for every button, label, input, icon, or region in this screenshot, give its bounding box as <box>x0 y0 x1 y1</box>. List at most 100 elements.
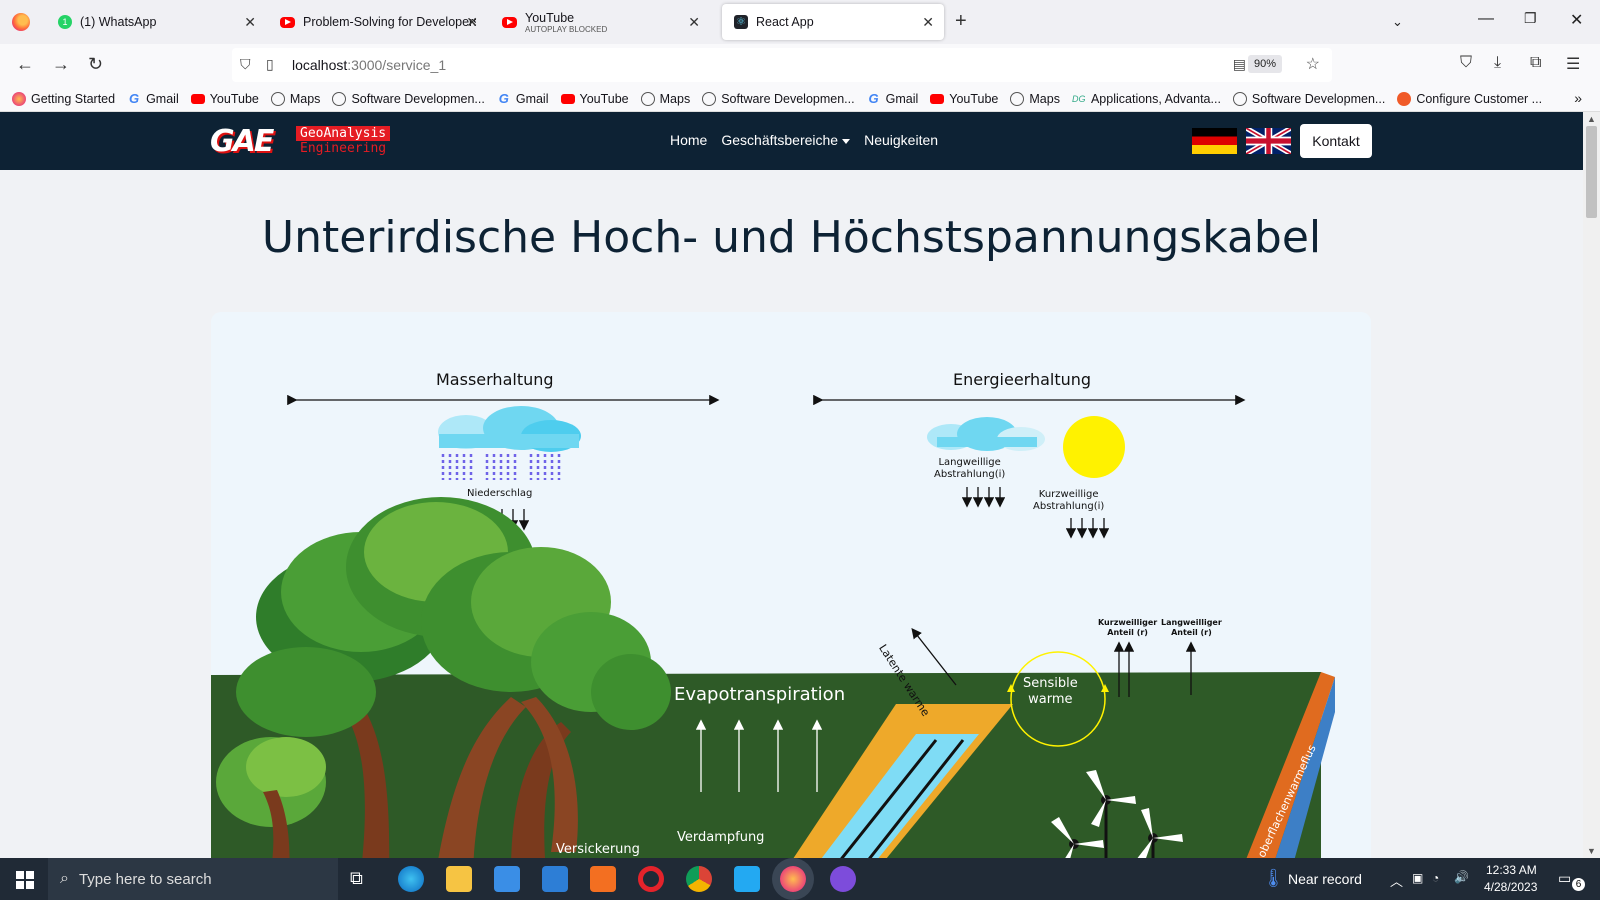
bookmark-item[interactable]: Software Developmen... <box>702 91 855 106</box>
nav-home[interactable]: Home <box>670 132 707 148</box>
scroll-up-icon[interactable]: ▲ <box>1587 114 1596 124</box>
vscode-icon[interactable] <box>734 866 760 892</box>
meet-icon[interactable]: ▣ <box>1412 871 1423 885</box>
gae-logo[interactable]: GAE GeoAnalysis Engineering <box>210 124 391 159</box>
sensible-line2: warme <box>1028 692 1073 707</box>
globe-icon <box>332 91 347 106</box>
restore-icon[interactable]: ❐ <box>1524 10 1537 27</box>
task-view-icon[interactable]: ⧉ <box>350 868 376 894</box>
tab-list-icon[interactable]: ⌄ <box>1392 14 1403 30</box>
chrome-icon[interactable] <box>686 866 712 892</box>
firefox-taskbar-icon[interactable] <box>780 866 806 892</box>
page-scrollbar[interactable]: ▲ ▼ <box>1583 112 1600 858</box>
german-flag-icon[interactable] <box>1192 128 1237 154</box>
close-icon[interactable]: ✕ <box>466 14 478 31</box>
bookmark-item[interactable]: Getting Started <box>12 91 115 106</box>
logo-line1: GeoAnalysis <box>296 126 391 141</box>
energy-balance-diagram: Masserhaltung Energieerhaltung Niedersch… <box>211 312 1371 858</box>
close-window-icon[interactable]: ✕ <box>1570 10 1583 30</box>
navigation-toolbar: ← → ↻ ⛉ ▯ localhost:3000/service_1 ▤ 90%… <box>0 44 1600 86</box>
bookmark-item[interactable]: Maps <box>270 91 321 106</box>
longwave-line2: Abstrahlung(i) <box>934 469 1006 480</box>
react-icon: ⚛ <box>734 15 748 29</box>
kurz-anteil-line2: Anteil (r) <box>1107 628 1148 637</box>
url-text[interactable]: localhost:3000/service_1 <box>292 57 446 73</box>
bookmark-star-icon[interactable]: ☆ <box>1306 54 1320 74</box>
youtube-icon <box>502 16 517 28</box>
close-icon[interactable]: ✕ <box>922 14 934 31</box>
store-icon[interactable] <box>494 866 520 892</box>
shortwave-line1: Kurzweillige <box>1038 489 1099 500</box>
youtube-icon <box>560 93 575 104</box>
bookmark-item[interactable]: YouTube <box>930 92 998 106</box>
sun-icon <box>1063 416 1125 478</box>
caret-down-icon <box>842 138 851 144</box>
windows-start-icon[interactable] <box>16 871 34 889</box>
bookmark-item[interactable]: Maps <box>640 91 691 106</box>
longwave-line1: Langweillige <box>938 457 1001 468</box>
scroll-down-icon[interactable]: ▼ <box>1587 846 1596 856</box>
mail-icon[interactable] <box>542 866 568 892</box>
chevron-double-right-icon[interactable]: » <box>1574 90 1582 106</box>
longwave-share-label: Langweilliger Anteil (r) <box>1161 618 1222 638</box>
tray-chevron-icon[interactable]: ︿ <box>1390 871 1403 890</box>
tab-problem-solving[interactable]: Problem-Solving for Developers ✕ <box>268 4 488 40</box>
hamburger-menu-icon[interactable]: ☰ <box>1566 54 1580 74</box>
bookmark-item[interactable]: DG Applications, Advanta... <box>1072 92 1221 106</box>
nav-news[interactable]: Neuigkeiten <box>864 132 938 148</box>
tab-youtube[interactable]: YouTube AUTOPLAY BLOCKED ✕ <box>490 4 710 40</box>
weather-label[interactable]: Near record <box>1288 871 1362 887</box>
bookmark-label: YouTube <box>209 91 259 106</box>
shield-icon[interactable]: ⛉ <box>240 56 251 73</box>
taskbar-search-box[interactable]: ⌕ Type here to search <box>48 858 338 900</box>
bookmark-item[interactable]: Maps <box>1010 91 1060 106</box>
new-tab-icon[interactable]: + <box>955 10 967 33</box>
bookmark-label: Software Developmen... <box>351 91 485 106</box>
notification-icon[interactable]: ▭ <box>1558 870 1571 887</box>
volume-icon[interactable]: 🔊 <box>1454 870 1469 884</box>
close-icon[interactable]: ✕ <box>244 14 256 31</box>
firefox-menu-icon[interactable] <box>12 13 30 31</box>
edge-icon[interactable] <box>398 866 424 892</box>
download-icon[interactable]: ⤓ <box>1494 54 1501 72</box>
forward-icon[interactable]: → <box>52 54 70 75</box>
bookmark-label: Maps <box>659 91 691 106</box>
bookmark-item[interactable]: G Gmail <box>867 91 919 106</box>
reader-view-icon[interactable]: ▤ <box>1233 56 1246 73</box>
main-menu: Home Geschäftsbereiche Neuigkeiten <box>670 132 938 148</box>
minimize-icon[interactable]: — <box>1478 10 1494 28</box>
tab-react-app[interactable]: ⚛ React App ✕ <box>722 4 944 40</box>
reload-icon[interactable]: ↻ <box>88 54 103 75</box>
bookmark-item[interactable]: YouTube <box>190 91 259 106</box>
cloud-icon <box>927 417 1045 451</box>
bookmark-label: YouTube <box>949 91 999 106</box>
extensions-icon[interactable]: ⧉ <box>1530 54 1541 72</box>
network-icon[interactable]: ◔ <box>1432 871 1439 885</box>
uk-flag-icon[interactable] <box>1246 128 1291 154</box>
globe-icon <box>640 91 655 106</box>
clock-time[interactable]: 12:33 AM <box>1486 863 1537 877</box>
github-desktop-icon[interactable] <box>830 866 856 892</box>
bookmark-item[interactable]: YouTube <box>560 92 629 106</box>
bookmark-item[interactable]: Configure Customer ... <box>1397 91 1542 106</box>
file-explorer-icon[interactable] <box>446 866 472 892</box>
nav-business-dropdown[interactable]: Geschäftsbereiche <box>721 132 851 148</box>
opera-icon[interactable] <box>638 866 664 892</box>
bookmark-item[interactable]: Software Developmen... <box>1232 91 1385 106</box>
zoom-badge[interactable]: 90% <box>1247 55 1282 73</box>
address-bar[interactable]: ⛉ ▯ localhost:3000/service_1 ▤ 90% ☆ <box>232 48 1332 82</box>
tab-whatsapp[interactable]: 1 (1) WhatsApp ✕ <box>46 4 266 40</box>
bookmark-item[interactable]: G Gmail <box>127 91 179 106</box>
xampp-icon[interactable] <box>590 866 616 892</box>
clock-date[interactable]: 4/28/2023 <box>1484 880 1537 894</box>
pocket-icon[interactable]: ⛉ <box>1460 54 1472 72</box>
globe-icon <box>702 91 717 106</box>
bookmark-label: Maps <box>289 91 321 106</box>
back-icon[interactable]: ← <box>16 54 34 75</box>
bookmark-item[interactable]: Software Developmen... <box>332 91 485 106</box>
contact-button[interactable]: Kontakt <box>1300 124 1372 158</box>
close-icon[interactable]: ✕ <box>688 14 700 31</box>
tab-title: YouTube AUTOPLAY BLOCKED <box>525 11 607 34</box>
bookmark-item[interactable]: G Gmail <box>497 91 549 106</box>
scrollbar-thumb[interactable] <box>1586 126 1597 218</box>
